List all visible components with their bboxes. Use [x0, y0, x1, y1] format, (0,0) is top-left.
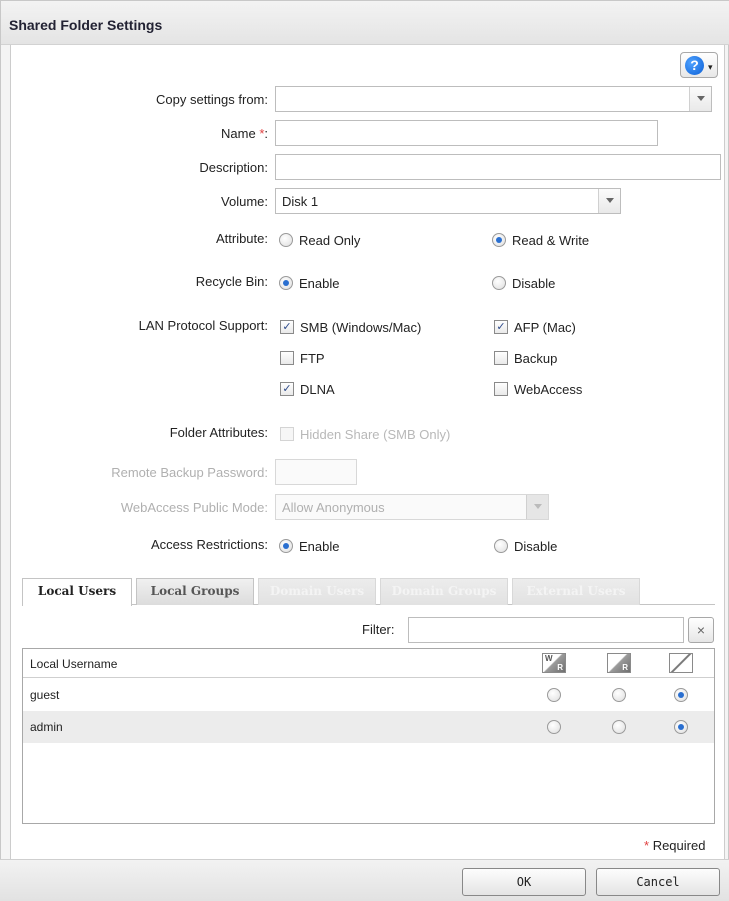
chevron-down-icon[interactable] [689, 87, 711, 111]
table-header: Local Username W R R [23, 649, 714, 678]
column-header-username: Local Username [30, 657, 118, 671]
chevron-down-icon: ▾ [708, 62, 713, 72]
help-icon: ? [685, 56, 704, 75]
access-restrictions-label: Access Restrictions: [150, 537, 268, 552]
read-only-icon[interactable]: R [607, 653, 631, 673]
filter-label: Filter: [362, 622, 395, 637]
local-users-table: Local Username W R R guest admin [22, 648, 715, 824]
cancel-button[interactable]: Cancel [596, 868, 720, 896]
copy-settings-label: Copy settings from: [156, 92, 268, 107]
no-access-icon[interactable] [669, 653, 693, 673]
description-label: Description: [199, 160, 268, 175]
tab-domain-users: Domain Users [258, 578, 376, 605]
name-label: Name *: [221, 126, 268, 141]
volume-select[interactable]: Disk 1 [275, 188, 621, 214]
webaccess-public-mode-label: WebAccess Public Mode: [120, 500, 268, 515]
name-input[interactable] [275, 120, 658, 146]
lan-protocol-label: LAN Protocol Support: [138, 318, 268, 333]
read-only-radio[interactable] [612, 720, 626, 734]
webaccess-public-mode-select[interactable]: Allow Anonymous [275, 494, 549, 520]
no-access-radio[interactable] [674, 720, 688, 734]
username-cell: guest [30, 688, 60, 702]
volume-label: Volume: [221, 194, 268, 209]
remote-backup-password-label: Remote Backup Password: [111, 465, 268, 480]
tab-local-users[interactable]: Local Users [22, 578, 132, 606]
copy-settings-select[interactable] [275, 86, 712, 112]
chevron-down-icon[interactable] [598, 189, 620, 213]
chevron-down-icon[interactable] [526, 495, 548, 519]
table-row: admin [23, 711, 714, 743]
clear-filter-button[interactable]: × [688, 617, 714, 643]
close-icon: × [696, 622, 706, 638]
dialog-titlebar: Shared Folder Settings [1, 1, 729, 45]
folder-attributes-label: Folder Attributes: [169, 425, 268, 440]
recycle-bin-label: Recycle Bin: [195, 274, 268, 289]
filter-input[interactable] [408, 617, 684, 643]
ok-button[interactable]: OK [462, 868, 586, 896]
attribute-label: Attribute: [215, 231, 268, 246]
read-write-radio[interactable] [547, 688, 561, 702]
tab-domain-groups: Domain Groups [380, 578, 508, 605]
table-row: guest [23, 679, 714, 711]
help-button[interactable]: ? ▾ [680, 52, 718, 78]
tab-local-groups[interactable]: Local Groups [136, 578, 254, 605]
read-write-icon[interactable]: W R [542, 653, 566, 673]
description-input[interactable] [275, 154, 721, 180]
no-access-radio[interactable] [674, 688, 688, 702]
username-cell: admin [30, 720, 63, 734]
read-write-radio[interactable] [547, 720, 561, 734]
read-only-radio[interactable] [612, 688, 626, 702]
required-note: * Required [644, 838, 706, 853]
dialog-title: Shared Folder Settings [9, 17, 163, 33]
tab-external-users: External Users [512, 578, 640, 605]
remote-backup-password-input[interactable] [275, 459, 357, 485]
